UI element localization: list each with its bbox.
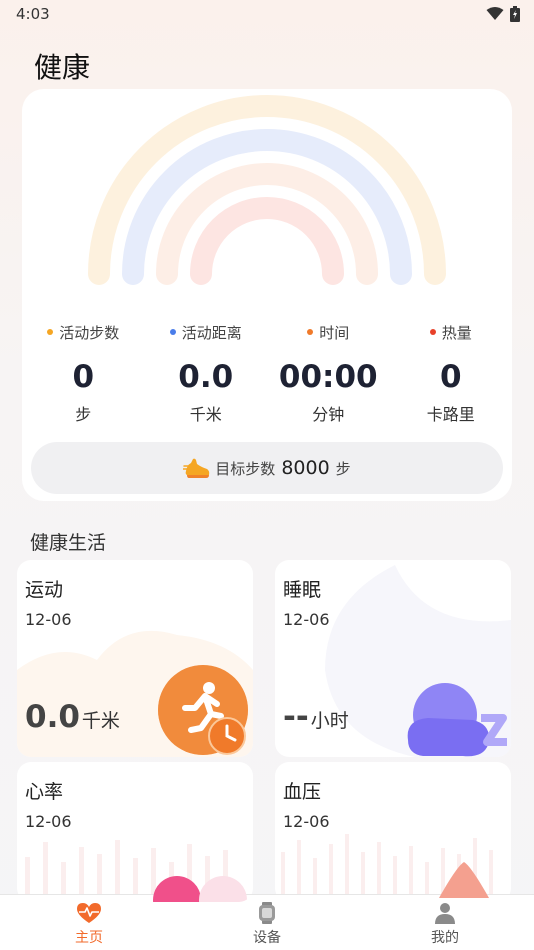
metrics-row: 活动步数 0 步 活动距离 0.0 千米 时间 00:00 分钟 热量 0 卡路… bbox=[22, 321, 512, 425]
step-goal-button[interactable]: 目标步数 8000 步 bbox=[31, 442, 503, 494]
metric-value: 00:00 bbox=[278, 359, 378, 395]
calories-dot-icon bbox=[429, 329, 436, 335]
exercise-tile[interactable]: 运动 12-06 0.0 千米 bbox=[17, 560, 253, 757]
heart-icon bbox=[153, 876, 247, 902]
heart-rate-tile[interactable]: 心率 12-06 bbox=[17, 762, 253, 902]
activity-rainbow-chart bbox=[88, 95, 446, 285]
status-icons bbox=[486, 6, 520, 22]
rainbow-arc-calories bbox=[190, 197, 344, 285]
tile-title: 运动 bbox=[25, 579, 64, 601]
tab-label: 主页 bbox=[75, 930, 103, 946]
metric-steps: 活动步数 0 步 bbox=[22, 321, 145, 425]
page-title: 健康 bbox=[34, 51, 91, 84]
tab-label: 我的 bbox=[431, 930, 459, 946]
metric-label: 时间 bbox=[319, 323, 350, 342]
exercise-distance: 0.0 千米 bbox=[25, 699, 120, 735]
activity-summary-card[interactable]: 活动步数 0 步 活动距离 0.0 千米 时间 00:00 分钟 热量 0 卡路… bbox=[22, 89, 512, 501]
metric-unit: 卡路里 bbox=[426, 405, 475, 424]
tab-home[interactable]: 主页 bbox=[0, 895, 178, 950]
tile-value: 0.0 bbox=[25, 699, 80, 735]
distance-dot-icon bbox=[169, 329, 176, 335]
goal-unit: 步 bbox=[335, 459, 351, 478]
tile-value: -- bbox=[283, 699, 309, 735]
tile-unit: 小时 bbox=[310, 710, 349, 732]
tile-date: 12-06 bbox=[283, 812, 330, 831]
metric-unit: 步 bbox=[75, 405, 92, 424]
person-icon bbox=[435, 903, 455, 924]
metric-value: 0 bbox=[72, 359, 95, 395]
tile-title: 血压 bbox=[283, 781, 322, 803]
blood-drop-icon bbox=[439, 862, 489, 898]
metric-distance: 活动距离 0.0 千米 bbox=[145, 321, 268, 425]
watch-icon bbox=[259, 902, 275, 924]
tile-title: 心率 bbox=[25, 781, 64, 803]
tile-unit: 千米 bbox=[81, 710, 120, 732]
tab-profile[interactable]: 我的 bbox=[356, 895, 534, 950]
steps-dot-icon bbox=[47, 329, 54, 335]
sleep-cloud-icon bbox=[407, 683, 507, 757]
metric-unit: 分钟 bbox=[312, 405, 345, 424]
status-time: 4:03 bbox=[16, 5, 50, 23]
time-dot-icon bbox=[307, 329, 314, 335]
tab-devices[interactable]: 设备 bbox=[178, 895, 356, 950]
running-man-icon bbox=[158, 665, 248, 755]
metric-label: 活动距离 bbox=[181, 323, 242, 342]
metric-value: 0.0 bbox=[178, 359, 234, 395]
running-shoe-icon bbox=[183, 458, 210, 478]
heart-pulse-icon bbox=[77, 903, 101, 923]
status-bar: 4:03 bbox=[0, 0, 534, 28]
section-title: 健康生活 bbox=[30, 532, 107, 554]
metric-unit: 千米 bbox=[189, 405, 222, 424]
tile-date: 12-06 bbox=[25, 812, 72, 831]
bottom-tab-bar: 主页 设备 我的 bbox=[0, 894, 534, 950]
metric-time: 时间 00:00 分钟 bbox=[267, 321, 390, 425]
metric-calories: 热量 0 卡路里 bbox=[390, 321, 513, 425]
goal-label: 目标步数 bbox=[215, 459, 276, 478]
sleep-duration: -- 小时 bbox=[283, 699, 349, 735]
sleep-tile[interactable]: 睡眠 12-06 -- 小时 bbox=[275, 560, 511, 757]
metric-label: 活动步数 bbox=[59, 323, 120, 342]
tile-title: 睡眠 bbox=[283, 579, 322, 601]
battery-icon bbox=[510, 6, 520, 22]
goal-value: 8000 bbox=[281, 457, 330, 479]
wifi-icon bbox=[486, 7, 504, 20]
tab-label: 设备 bbox=[253, 930, 281, 946]
metric-label: 热量 bbox=[441, 323, 472, 342]
blood-pressure-tile[interactable]: 血压 12-06 bbox=[275, 762, 511, 902]
tile-date: 12-06 bbox=[25, 610, 72, 629]
tile-date: 12-06 bbox=[283, 610, 330, 629]
metric-value: 0 bbox=[439, 359, 462, 395]
